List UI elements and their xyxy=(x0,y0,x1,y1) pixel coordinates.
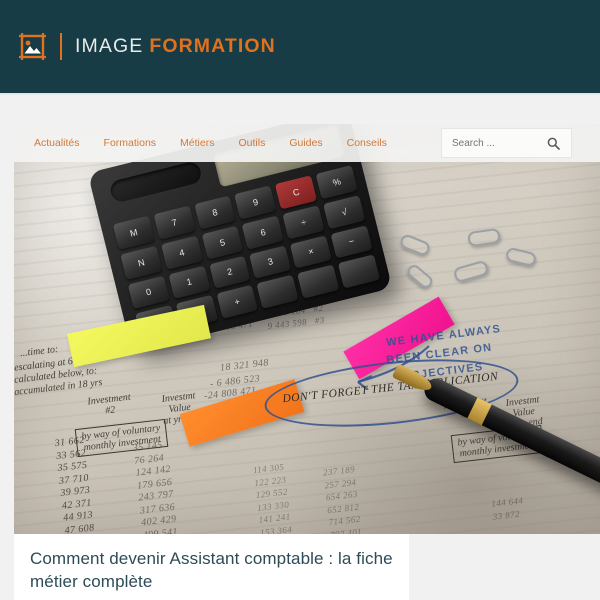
calculator-key: 3 xyxy=(249,245,292,279)
doc-right-values: 144 644 33 872 xyxy=(490,495,524,522)
search-icon xyxy=(547,137,560,150)
header-gap-strip xyxy=(0,93,600,124)
calculator-key: 8 xyxy=(193,195,236,230)
main-navigation: Actualités Formations Métiers Outils Gui… xyxy=(14,124,600,162)
nav-item-metiers[interactable]: Métiers xyxy=(168,137,226,149)
article-card: Comment devenir Assistant comptable : la… xyxy=(14,534,409,600)
calculator-key: M xyxy=(112,215,155,250)
calculator-key: % xyxy=(315,165,358,199)
search-input[interactable] xyxy=(442,137,540,149)
calculator-key-clear: C xyxy=(275,175,318,210)
brand-logo[interactable]: IMAGE FORMATION xyxy=(16,30,276,63)
search-submit-button[interactable] xyxy=(540,129,566,157)
brand-text: IMAGE FORMATION xyxy=(75,35,276,58)
hero-image[interactable]: ...time to: escalating at 6% p/a calcula… xyxy=(14,124,600,534)
calculator-key: √ xyxy=(323,194,366,229)
nav-item-outils[interactable]: Outils xyxy=(226,137,277,149)
brand-word-formation: FORMATION xyxy=(149,35,276,57)
article-title[interactable]: Comment devenir Assistant comptable : la… xyxy=(30,547,393,593)
calculator-key xyxy=(256,274,299,309)
calculator-key: 1 xyxy=(168,265,211,300)
brand-divider xyxy=(60,33,62,60)
calculator-key: − xyxy=(330,224,373,259)
calculator-key xyxy=(297,264,340,299)
image-frame-icon xyxy=(16,30,49,63)
calculator-key: × xyxy=(290,234,332,269)
calculator-key: N xyxy=(120,245,163,280)
calculator-key: 9 xyxy=(234,185,277,220)
calculator-key xyxy=(338,254,381,289)
site-header: IMAGE FORMATION xyxy=(0,0,600,93)
nav-item-guides[interactable]: Guides xyxy=(277,137,334,149)
calculator-key: 2 xyxy=(208,255,251,290)
nav-item-conseils[interactable]: Conseils xyxy=(335,137,399,149)
nav-list: Actualités Formations Métiers Outils Gui… xyxy=(22,137,399,149)
nav-item-actualites[interactable]: Actualités xyxy=(22,137,92,149)
calculator-key: 6 xyxy=(241,215,284,250)
calculator-key: ÷ xyxy=(282,205,325,239)
brand-word-image: IMAGE xyxy=(75,35,144,57)
search-box[interactable] xyxy=(441,128,572,158)
calculator-key: 7 xyxy=(153,205,196,240)
calculator-key: + xyxy=(216,284,259,319)
calculator-key: 0 xyxy=(127,275,170,310)
calculator-slot xyxy=(108,160,204,204)
calculator-key: 4 xyxy=(160,235,203,270)
calculator-key: 5 xyxy=(201,225,244,260)
nav-item-formations[interactable]: Formations xyxy=(92,137,169,149)
